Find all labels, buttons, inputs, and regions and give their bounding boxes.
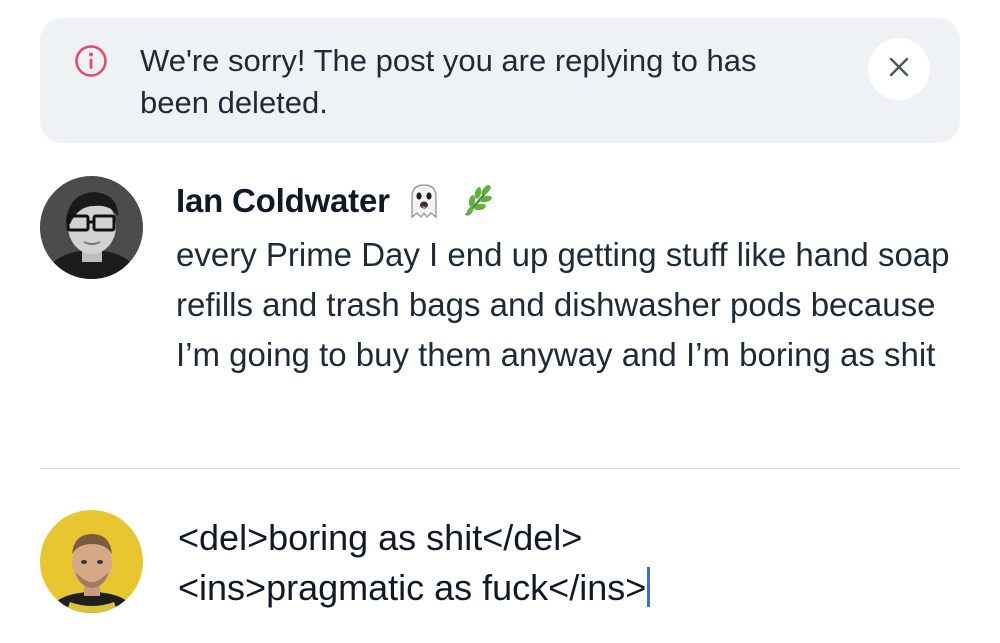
ghost-emoji xyxy=(404,181,444,221)
reply-text-line-1: <del>boring as shit</del> xyxy=(178,517,583,558)
reply-text-line-2: <ins>pragmatic as fuck</ins> xyxy=(178,563,958,613)
close-icon xyxy=(888,56,910,83)
reply-text-input[interactable]: <del>boring as shit</del> <ins>pragmatic … xyxy=(178,513,958,623)
post-author-line: Ian Coldwater xyxy=(176,178,498,224)
text-caret xyxy=(647,567,651,607)
herb-emoji xyxy=(458,181,498,221)
close-alert-button[interactable] xyxy=(868,38,930,100)
reply-screen: We're sorry! The post you are replying t… xyxy=(0,0,1000,643)
author-avatar[interactable] xyxy=(40,176,143,279)
current-user-avatar[interactable] xyxy=(40,510,143,613)
author-name[interactable]: Ian Coldwater xyxy=(176,182,390,220)
reply-text-line-2-text: <ins>pragmatic as fuck</ins> xyxy=(178,567,647,608)
post-body-text: every Prime Day I end up getting stuff l… xyxy=(176,236,950,373)
deleted-post-alert: We're sorry! The post you are replying t… xyxy=(40,18,960,143)
divider xyxy=(40,468,960,469)
alert-message: We're sorry! The post you are replying t… xyxy=(140,43,757,120)
info-circle-icon xyxy=(74,44,108,78)
